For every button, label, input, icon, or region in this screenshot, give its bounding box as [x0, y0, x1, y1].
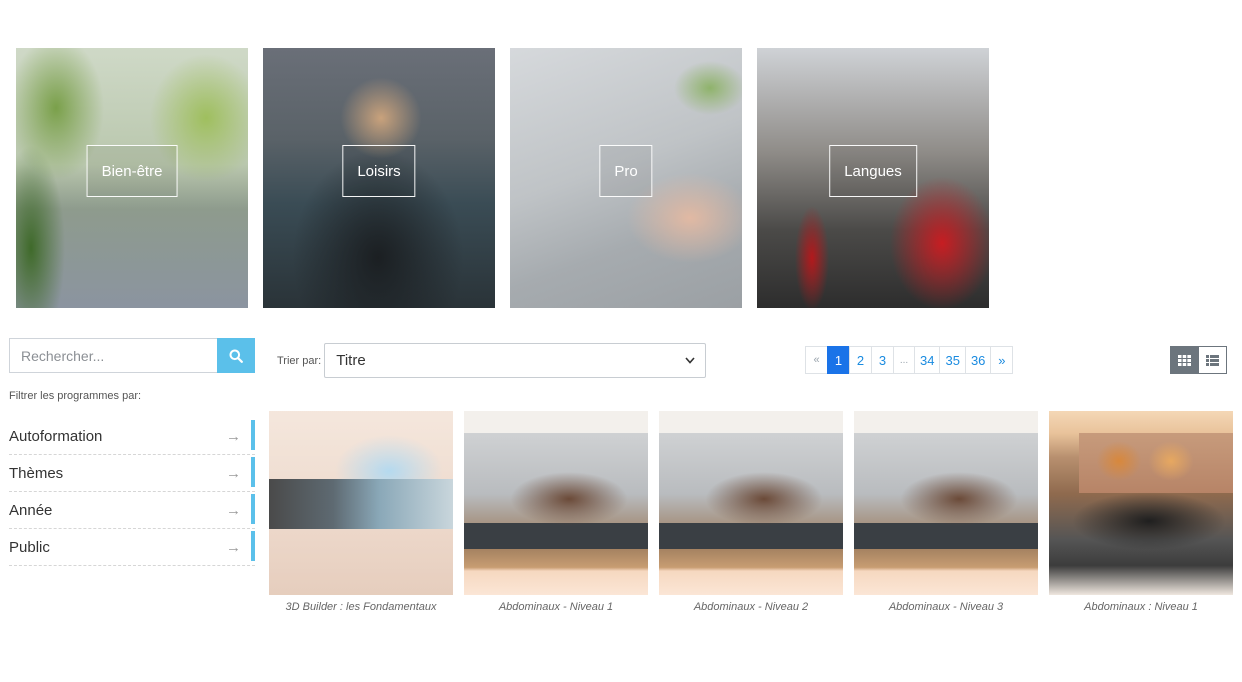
arrow-right-icon: →	[226, 464, 241, 482]
program-card[interactable]: 3D Builder : les Fondamentaux	[269, 411, 453, 613]
grid-view-icon	[1178, 354, 1191, 366]
program-card[interactable]: Abdominaux - Niveau 2	[659, 411, 843, 613]
search-bar	[9, 338, 255, 373]
filter-accent-bar	[251, 420, 255, 450]
filter-item-themes[interactable]: Thèmes →	[9, 455, 255, 492]
search-icon	[229, 349, 243, 363]
category-tile-langues[interactable]: Langues	[757, 48, 989, 308]
category-tile-bien-etre[interactable]: Bien-être	[16, 48, 248, 308]
chevron-down-icon	[685, 357, 695, 364]
category-label: Langues	[829, 145, 917, 197]
filter-item-annee[interactable]: Année →	[9, 492, 255, 529]
filter-item-label: Année	[9, 501, 53, 519]
sort-control: Trier par: Titre	[277, 343, 707, 378]
program-title: Abdominaux - Niveau 3	[888, 601, 1004, 613]
page-35[interactable]: 35	[939, 346, 966, 374]
view-toggle	[1170, 346, 1227, 374]
category-label: Loisirs	[342, 145, 416, 197]
program-thumbnail	[659, 411, 843, 595]
page-3[interactable]: 3	[871, 346, 894, 374]
list-view-button[interactable]	[1198, 346, 1227, 374]
program-card[interactable]: Abdominaux - Niveau 3	[854, 411, 1038, 613]
filter-item-autoformation[interactable]: Autoformation →	[9, 418, 255, 455]
program-title: 3D Builder : les Fondamentaux	[285, 601, 437, 613]
category-tiles: Bien-être Loisirs Pro Langues	[16, 48, 989, 308]
category-label: Bien-être	[86, 145, 178, 197]
laptop-hands-photo	[269, 479, 453, 529]
program-thumbnail	[269, 411, 453, 595]
program-grid: 3D Builder : les Fondamentaux Abdominaux…	[269, 411, 1233, 613]
page-36[interactable]: 36	[964, 346, 992, 374]
program-thumbnail	[854, 411, 1038, 595]
category-label: Pro	[599, 145, 653, 197]
program-title: Abdominaux - Niveau 2	[693, 601, 809, 613]
filter-item-label: Thèmes	[9, 464, 64, 482]
arrow-right-icon: →	[226, 538, 241, 556]
arrow-right-icon: →	[226, 427, 241, 445]
category-tile-loisirs[interactable]: Loisirs	[263, 48, 495, 308]
crunch-photo	[504, 469, 634, 529]
program-card[interactable]: Abdominaux : Niveau 1	[1049, 411, 1233, 613]
grid-view-button[interactable]	[1170, 346, 1199, 374]
program-thumbnail	[1049, 411, 1233, 595]
sort-label: Trier par:	[277, 354, 322, 367]
filter-accent-bar	[251, 494, 255, 524]
page-next[interactable]: »	[990, 346, 1014, 374]
page-prev[interactable]: «	[805, 346, 828, 374]
filter-accent-bar	[251, 531, 255, 561]
pagination: « 1 2 3 ... 34 35 36 »	[805, 346, 1014, 374]
filter-list: Autoformation → Thèmes → Année → Public …	[9, 418, 255, 566]
page-ellipsis: ...	[893, 346, 915, 374]
crunch-photo	[699, 469, 829, 529]
program-card[interactable]: Abdominaux - Niveau 1	[464, 411, 648, 613]
filter-accent-bar	[251, 457, 255, 487]
filter-item-public[interactable]: Public →	[9, 529, 255, 566]
program-thumbnail	[464, 411, 648, 595]
page-2[interactable]: 2	[849, 346, 872, 374]
plank-photo	[1059, 481, 1229, 551]
search-button[interactable]	[217, 338, 255, 373]
filter-heading: Filtrer les programmes par:	[9, 390, 142, 402]
list-view-icon	[1206, 354, 1219, 366]
arrow-right-icon: →	[226, 501, 241, 519]
page-34[interactable]: 34	[914, 346, 941, 374]
program-title: Abdominaux : Niveau 1	[1084, 601, 1198, 613]
filter-item-label: Public	[9, 538, 50, 556]
crunch-photo	[894, 469, 1024, 529]
category-tile-pro[interactable]: Pro	[510, 48, 742, 308]
page-1[interactable]: 1	[827, 346, 850, 374]
program-title: Abdominaux - Niveau 1	[498, 601, 614, 613]
search-input[interactable]	[9, 338, 217, 373]
sort-selected-value: Titre	[336, 352, 366, 369]
filter-item-label: Autoformation	[9, 427, 103, 445]
sort-select[interactable]: Titre	[324, 343, 707, 378]
